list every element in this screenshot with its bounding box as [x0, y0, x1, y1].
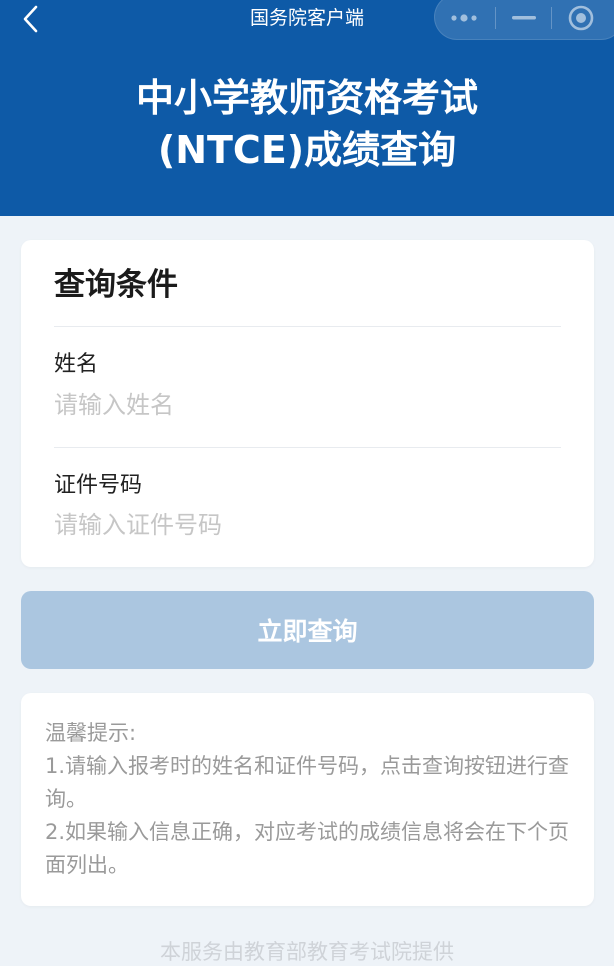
divider [54, 447, 561, 448]
divider [54, 326, 561, 327]
tips-card: 温馨提示: 1.请输入报考时的姓名和证件号码，点击查询按钮进行查询。 2.如果输… [21, 693, 594, 906]
footer-text: 本服务由教育部教育考试院提供 [160, 940, 454, 964]
more-dots-icon [451, 14, 477, 22]
header-banner: 国务院客户端 中小学教师资格考试 (NTCE)成绩查询 [0, 0, 614, 216]
section-title: 查询条件 [54, 267, 178, 303]
more-button[interactable] [435, 0, 495, 41]
close-button[interactable] [553, 0, 609, 41]
capsule-divider [551, 7, 552, 29]
name-label: 姓名 [54, 352, 99, 377]
mini-program-capsule [434, 0, 614, 40]
tips-line-2: 2.如果输入信息正确，对应考试的成绩信息将会在下个页面列出。 [45, 820, 570, 877]
id-number-label: 证件号码 [54, 473, 143, 498]
minimize-icon [512, 16, 536, 20]
target-close-icon [568, 5, 594, 31]
tips-title: 温馨提示: [45, 721, 137, 745]
tips-text: 温馨提示: 1.请输入报考时的姓名和证件号码，点击查询按钮进行查询。 2.如果输… [45, 717, 570, 882]
tips-line-1: 1.请输入报考时的姓名和证件号码，点击查询按钮进行查询。 [45, 754, 570, 811]
id-number-input[interactable] [54, 508, 561, 542]
minimize-button[interactable] [496, 0, 552, 41]
page-title: 中小学教师资格考试 (NTCE)成绩查询 [135, 76, 478, 172]
name-input[interactable] [54, 388, 561, 422]
query-conditions-card: 查询条件 姓名 证件号码 [21, 240, 594, 567]
query-button[interactable]: 立即查询 [21, 591, 594, 669]
